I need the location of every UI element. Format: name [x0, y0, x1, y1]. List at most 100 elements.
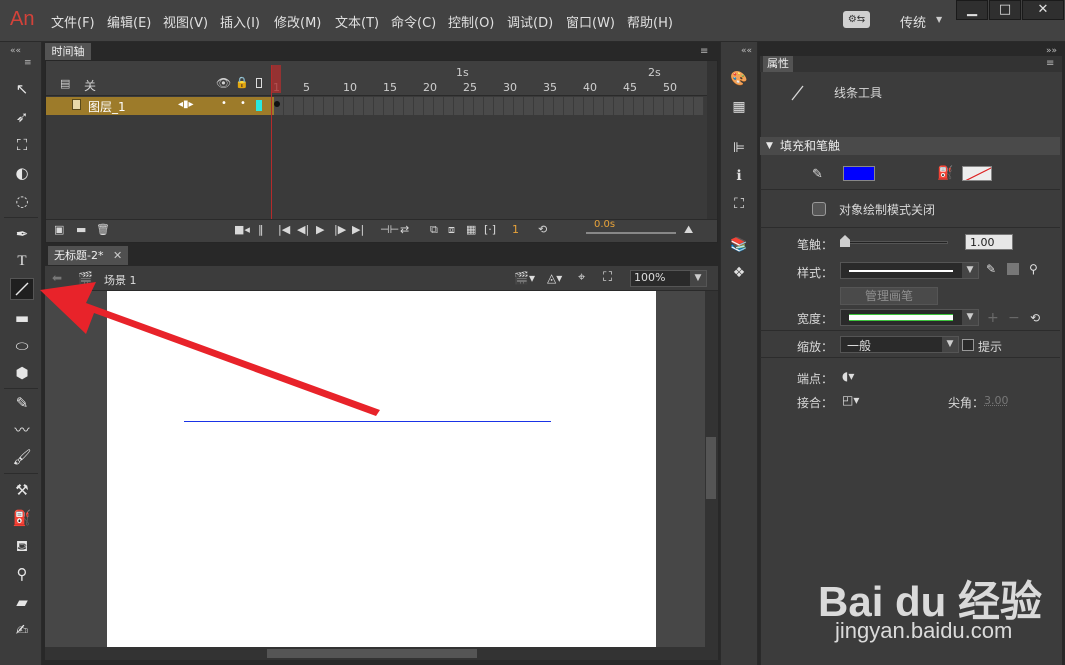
panel-menu-icon[interactable]: ≡	[1046, 58, 1054, 69]
menu-help[interactable]: 帮助(H)	[627, 12, 673, 31]
scale-select[interactable]: 一般 ▼	[840, 336, 959, 353]
frames-row[interactable]	[274, 97, 704, 115]
lock-icon[interactable]: 🔒	[235, 76, 249, 89]
chevron-down-icon[interactable]: ▼	[942, 337, 958, 352]
horizontal-scroll-thumb[interactable]	[267, 649, 477, 658]
tab-timeline[interactable]: 时间轴	[45, 43, 91, 60]
expand-triangle-icon[interactable]: ▼	[766, 137, 773, 155]
cap-style-icon[interactable]: ◖▾	[842, 369, 854, 383]
paint-brush-tool-icon[interactable]: 🖌	[10, 446, 34, 468]
edit-style-icon[interactable]: ✎	[986, 262, 996, 276]
tab-document[interactable]: 无标题-2* ✕	[48, 246, 128, 265]
current-frame[interactable]: 1	[512, 223, 519, 236]
paint-bucket-tool-icon[interactable]: ⛽	[10, 507, 34, 529]
edit-scene-icon[interactable]: 🎬▾	[514, 271, 535, 285]
outline-icon[interactable]	[256, 78, 262, 88]
reset-icon[interactable]: ⟲	[1030, 311, 1040, 325]
maximize-button[interactable]: □	[989, 0, 1021, 20]
add-icon[interactable]: +	[987, 310, 999, 326]
workspace-sync-icon[interactable]: ⚙⇆	[843, 11, 870, 28]
vertical-scroll-thumb[interactable]	[706, 437, 716, 499]
selection-tool-icon[interactable]: ↖	[10, 78, 34, 100]
object-draw-icon[interactable]	[812, 202, 826, 216]
close-button[interactable]: ✕	[1022, 0, 1064, 20]
miter-value[interactable]: 3.00	[984, 394, 1009, 407]
timeline-scrollbar[interactable]	[707, 61, 717, 219]
zoom-select[interactable]: 100% ▼	[630, 270, 707, 287]
menu-file[interactable]: 文件(F)	[51, 12, 95, 31]
minimize-button[interactable]: ▁	[956, 0, 988, 20]
chevron-down-icon[interactable]: ▼	[962, 263, 978, 278]
brush-tool-icon[interactable]: 〰	[10, 419, 34, 441]
eyedropper-tool-icon[interactable]: ⚲	[10, 563, 34, 585]
eye-icon[interactable]: 👁	[216, 76, 231, 90]
rectangle-tool-icon[interactable]: ▬	[10, 307, 34, 329]
polystar-tool-icon[interactable]: ⬢	[10, 362, 34, 384]
width-tool-icon[interactable]: ✍	[10, 619, 34, 641]
hint-checkbox[interactable]	[962, 339, 974, 351]
layer-name[interactable]: 图层_1	[88, 98, 126, 115]
loop-icon[interactable]: ⇄	[400, 223, 409, 236]
width-select[interactable]: ▼	[840, 309, 979, 326]
workspace-label[interactable]: 传统	[900, 12, 926, 31]
center-stage-icon[interactable]: ⌖	[578, 270, 585, 285]
oval-tool-icon[interactable]: ⬭	[10, 335, 34, 357]
pen-tool-icon[interactable]: ✒	[10, 223, 34, 245]
menu-debug[interactable]: 调试(D)	[507, 12, 553, 31]
menu-modify[interactable]: 修改(M)	[274, 12, 321, 31]
scene-label[interactable]: 场景 1	[104, 272, 137, 288]
new-layer-icon[interactable]: ▣	[54, 223, 64, 236]
refresh-icon[interactable]: ⟲	[538, 223, 547, 236]
menu-view[interactable]: 视图(V)	[163, 12, 208, 31]
close-icon[interactable]: ✕	[113, 249, 122, 262]
remove-icon[interactable]: −	[1008, 310, 1020, 326]
lock-dot-icon[interactable]: •	[240, 98, 246, 109]
pencil-tool-icon[interactable]: ✎	[10, 392, 34, 414]
zoom-mountains-icon[interactable]: ⛰	[684, 223, 693, 237]
align-icon[interactable]: ⊫	[728, 137, 750, 159]
color-palette-icon[interactable]: 🎨	[728, 68, 750, 90]
collapse-icon[interactable]: ««	[741, 46, 752, 56]
edit-multiple-icon[interactable]: ▦	[466, 223, 476, 236]
stroke-color-swatch[interactable]	[843, 166, 875, 181]
menu-text[interactable]: 文本(T)	[335, 12, 379, 31]
style-select[interactable]: ▼	[840, 262, 979, 279]
transform-icon[interactable]: ⛶	[728, 193, 750, 215]
drawn-line[interactable]	[184, 421, 551, 422]
onion-skin-icon[interactable]: ⧉	[430, 223, 438, 237]
swatches-icon[interactable]: ▦	[728, 96, 750, 118]
clip-icon[interactable]: ⛶	[603, 270, 612, 285]
tab-properties[interactable]: 属性	[763, 56, 793, 72]
menu-insert[interactable]: 插入(I)	[220, 12, 260, 31]
onion-markers-icon[interactable]: [·]	[484, 223, 496, 236]
edit-symbol-icon[interactable]: ◬▾	[547, 271, 562, 285]
expand-icon[interactable]: »»	[1046, 46, 1057, 56]
fill-color-swatch[interactable]	[962, 166, 992, 181]
stage[interactable]	[107, 291, 656, 647]
bone-tool-icon[interactable]: ⚒	[10, 479, 34, 501]
camera-icon[interactable]: ■◂	[234, 223, 250, 236]
step-forward-icon[interactable]: |▶	[334, 223, 346, 236]
info-icon[interactable]: ℹ	[728, 165, 750, 187]
lasso-tool-icon[interactable]: ◌	[10, 190, 34, 212]
first-frame-icon[interactable]: |◀	[278, 223, 290, 236]
panel-menu-icon[interactable]: ≡	[700, 46, 708, 57]
stroke-size-input[interactable]: 1.00	[965, 234, 1013, 250]
chevron-down-icon[interactable]: ▼	[936, 15, 942, 24]
center-frame-icon[interactable]: ⊣⊢	[380, 223, 399, 236]
text-tool-icon[interactable]: T	[10, 250, 34, 272]
library-icon[interactable]: 📚	[728, 234, 750, 256]
back-arrow-icon[interactable]: ⬅	[52, 271, 62, 285]
chevron-down-icon[interactable]: ▼	[962, 310, 978, 325]
join-style-icon[interactable]: ◰▾	[842, 393, 859, 407]
layers-icon[interactable]: ▤	[60, 77, 70, 90]
eraser-tool-icon[interactable]: ▰	[10, 591, 34, 613]
usb-icon[interactable]: ⚲	[1029, 262, 1038, 276]
section-fill-stroke[interactable]: ▼ 填充和笔触	[760, 137, 1060, 155]
components-icon[interactable]: ❖	[728, 262, 750, 284]
menu-control[interactable]: 控制(O)	[448, 12, 494, 31]
visible-dot-icon[interactable]: •	[221, 98, 227, 109]
panel-menu-icon[interactable]: ≡	[24, 58, 32, 68]
step-back-icon[interactable]: ◀|	[297, 223, 309, 236]
menu-edit[interactable]: 编辑(E)	[107, 12, 151, 31]
